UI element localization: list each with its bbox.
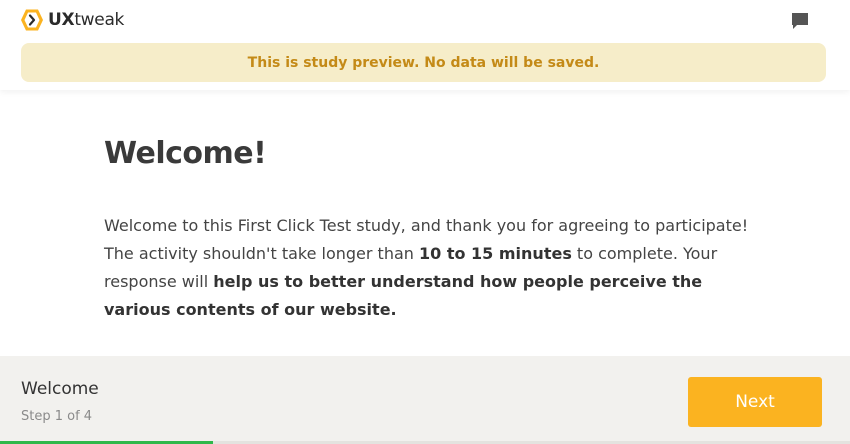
welcome-content: Welcome! Welcome to this First Click Tes… [104,130,764,324]
uxtweak-logo-icon [21,9,43,31]
top-bar: UXtweak This is study preview. No data w… [0,0,850,90]
step-counter: Step 1 of 4 [21,409,93,424]
chat-button[interactable] [790,11,810,31]
footer-bar: Welcome Step 1 of 4 Next [0,356,850,444]
step-title: Welcome [21,379,99,399]
preview-banner-text: This is study preview. No data will be s… [247,54,600,71]
preview-banner: This is study preview. No data will be s… [21,43,826,82]
duration-highlight: 10 to 15 minutes [419,244,572,263]
welcome-paragraph: Welcome to this First Click Test study, … [104,212,764,324]
logo-wordmark: UXtweak [48,10,125,30]
next-button[interactable]: Next [688,377,822,427]
page-title: Welcome! [104,136,267,171]
chat-bubble-icon [792,13,808,29]
uxtweak-logo: UXtweak [20,8,124,32]
